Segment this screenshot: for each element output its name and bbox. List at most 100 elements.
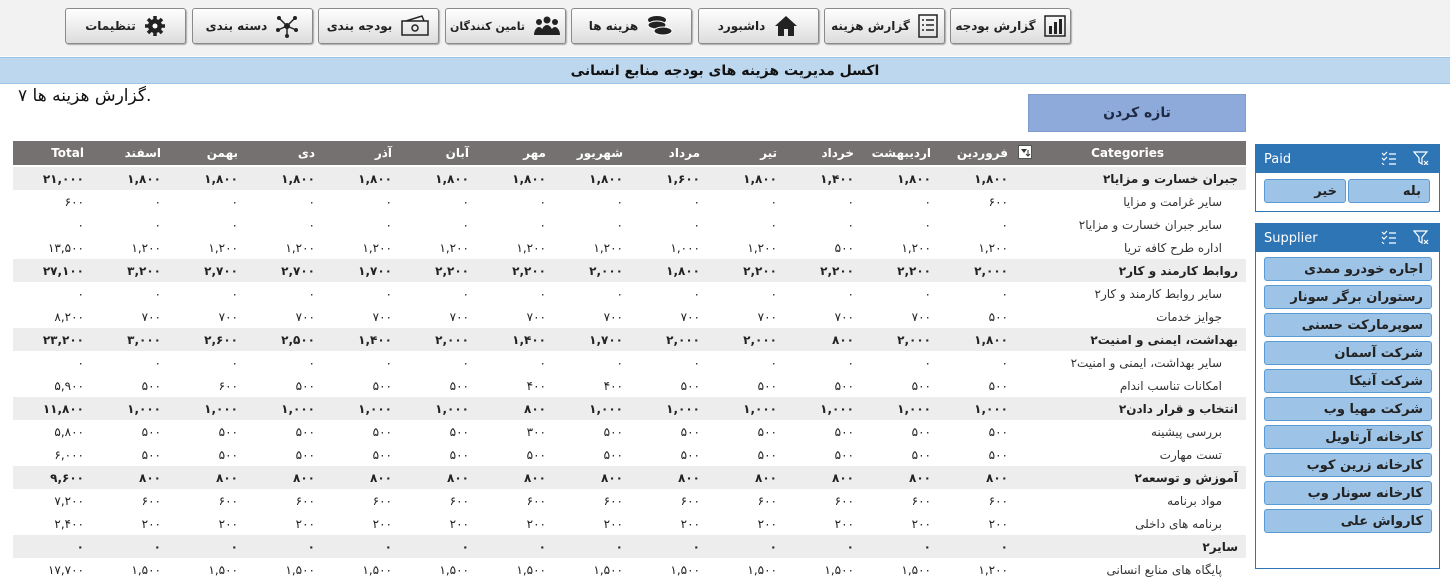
row-category-label[interactable]: امکانات تناسب اندام: [1014, 374, 1246, 397]
paid-slicer-item-yes[interactable]: بله: [1348, 179, 1430, 203]
month-value: ۰: [385, 355, 392, 370]
pivot-body: ۲۱,۰۰۰ ۱,۸۰۰ ۱,۸۰۰ ۱,۸۰۰ ۱,۸۰۰ ۱,۸۰۰ ۱,۸۰۰ ۱,۸۰…: [13, 166, 1246, 581]
row-total: ۱۱,۸۰۰: [13, 397, 90, 420]
row-category-label[interactable]: آموزش و توسعه۲: [1014, 466, 1246, 489]
table-row: ۱۷,۷۰۰ ۱,۵۰۰ ۱,۵۰۰ ۱,۵۰۰ ۱,۵۰۰ ۱,۵۰۰ ۱,۵۰۰ ۱,۵۰…: [13, 558, 1246, 581]
row-total: ۰: [13, 535, 90, 558]
month-value: ۸۰۰: [552, 466, 629, 489]
supplier-slicer-item[interactable]: رستوران برگر سونار: [1264, 285, 1432, 309]
month-value: ۸۰۰: [398, 466, 475, 489]
row-total: ۲۱,۰۰۰: [13, 166, 90, 190]
month-value: ۰: [167, 535, 244, 558]
month-value: ۰: [308, 355, 315, 370]
supplier-slicer-item[interactable]: کارواش علی: [1264, 509, 1432, 533]
month-value: ۰: [398, 535, 475, 558]
month-value: ۱,۵۰۰: [208, 562, 238, 577]
table-row: ۵,۸۰۰ ۵۰۰ ۵۰۰ ۵۰۰ ۵۰۰ ۵۰۰ ۳۰۰ ۵۰۰ ۵۰۰ ۵۰۰ ۵۰۰ ۵۰۰ ۵۰…: [13, 420, 1246, 443]
supplier-slicer-item[interactable]: کارخانه سونار وب: [1264, 481, 1432, 505]
month-value: ۱,۸۰۰: [937, 328, 1014, 351]
supplier-slicer-item[interactable]: شرکت مهیا وب: [1264, 397, 1432, 421]
row-category-label[interactable]: پایگاه های منابع انسانی: [1014, 558, 1246, 581]
filter-dropdown-icon[interactable]: [1018, 145, 1032, 159]
month-value: ۱,۵۰۰: [439, 562, 469, 577]
month-value: ۰: [1001, 217, 1008, 232]
month-value: ۲۰۰: [218, 516, 238, 531]
multi-select-icon[interactable]: [1381, 151, 1397, 165]
row-total: ۰: [77, 217, 84, 232]
month-value: ۷۰۰: [449, 309, 469, 324]
month-value: ۷۰۰: [834, 309, 854, 324]
month-value: ۵۰۰: [834, 424, 854, 439]
month-value: ۰: [462, 286, 469, 301]
budget-report-button[interactable]: گزارش بودجه: [950, 8, 1071, 44]
month-value: ۰: [539, 194, 546, 209]
row-category-label[interactable]: سایر روابط کارمند و کار۲: [1014, 282, 1246, 305]
expense-report-button[interactable]: گزارش هزینه: [824, 8, 945, 44]
table-group-row: ۰ ۰ ۰ ۰ ۰ ۰ ۰ ۰ ۰ ۰ ۰ ۰ ۰ سایر۲: [13, 535, 1246, 558]
row-category-label[interactable]: اداره طرح کافه تریا: [1014, 236, 1246, 259]
supplier-slicer-item[interactable]: سوپرمارکت حسنی: [1264, 313, 1432, 337]
clear-filter-icon[interactable]: [1413, 151, 1429, 165]
row-category-label[interactable]: انتخاب و قرار دادن۲: [1014, 397, 1246, 420]
month-value: ۵۰۰: [757, 447, 777, 462]
budgeting-label: بودجه بندی: [326, 19, 393, 33]
month-value: ۰: [770, 217, 777, 232]
refresh-button[interactable]: تازه کردن: [1028, 94, 1246, 132]
row-total: ۰: [77, 286, 84, 301]
month-value: ۲,۲۰۰: [475, 259, 552, 282]
row-category-label[interactable]: سایر۲: [1014, 535, 1246, 558]
month-value: ۷۰۰: [603, 309, 623, 324]
row-category-label[interactable]: برنامه های داخلی: [1014, 512, 1246, 535]
month-value: ۵۰۰: [911, 424, 931, 439]
budgeting-button[interactable]: بودجه بندی: [318, 8, 439, 44]
supplier-slicer-item[interactable]: کارخانه آرتاویل: [1264, 425, 1432, 449]
row-total: ۶۰۰: [64, 194, 84, 209]
month-value: ۰: [231, 217, 238, 232]
suppliers-button[interactable]: تامین کنندگان: [445, 8, 566, 44]
row-category-label[interactable]: مواد برنامه: [1014, 489, 1246, 512]
paid-slicer-item-no[interactable]: خیر: [1264, 179, 1346, 203]
month-value: ۴۰۰: [526, 378, 546, 393]
settings-button[interactable]: تنظیمات: [65, 8, 186, 44]
month-value: ۰: [385, 286, 392, 301]
month-value: ۳۰۰: [526, 424, 546, 439]
row-category-label[interactable]: جوایز خدمات: [1014, 305, 1246, 328]
row-category-label[interactable]: سایر جبران خسارت و مزایا۲: [1014, 213, 1246, 236]
month-value: ۱,۵۰۰: [747, 562, 777, 577]
supplier-slicer-item[interactable]: کارخانه زرین کوب: [1264, 453, 1432, 477]
month-value: ۸۰۰: [475, 397, 552, 420]
month-value: ۷۰۰: [218, 309, 238, 324]
row-category-label[interactable]: تست مهارت: [1014, 443, 1246, 466]
row-category-label[interactable]: بهداشت، ایمنی و امنیت۲: [1014, 328, 1246, 351]
header-month: آذر: [321, 141, 398, 167]
row-category-label[interactable]: بررسی پیشینه: [1014, 420, 1246, 443]
row-category-label[interactable]: روابط کارمند و کار۲: [1014, 259, 1246, 282]
month-value: ۸۰۰: [937, 466, 1014, 489]
row-category-label[interactable]: جبران خسارت و مزایا۲: [1014, 166, 1246, 190]
month-value: ۰: [693, 217, 700, 232]
supplier-slicer-item[interactable]: شرکت آنیکا: [1264, 369, 1432, 393]
supplier-slicer-item[interactable]: اجاره خودرو ممدی: [1264, 257, 1432, 281]
month-value: ۱,۴۰۰: [321, 328, 398, 351]
clear-filter-icon[interactable]: [1413, 230, 1429, 244]
dashboard-button[interactable]: داشبورد: [698, 8, 819, 44]
dashboard-label: داشبورد: [717, 19, 766, 33]
month-value: ۰: [385, 194, 392, 209]
expense-report-label: گزارش هزینه: [831, 19, 910, 33]
month-value: ۰: [308, 194, 315, 209]
month-value: ۲,۷۰۰: [167, 259, 244, 282]
month-value: ۰: [475, 535, 552, 558]
multi-select-icon[interactable]: [1381, 230, 1397, 244]
expenses-button[interactable]: هزینه ها: [571, 8, 692, 44]
table-row: ۲,۴۰۰ ۲۰۰ ۲۰۰ ۲۰۰ ۲۰۰ ۲۰۰ ۲۰۰ ۲۰۰ ۲۰۰ ۲۰۰ ۲۰۰ ۲۰۰ ۲۰…: [13, 512, 1246, 535]
month-value: ۲۰۰: [526, 516, 546, 531]
row-category-label[interactable]: سایر غرامت و مزایا: [1014, 190, 1246, 213]
month-value: ۸۰۰: [783, 466, 860, 489]
month-value: ۱,۸۰۰: [244, 166, 321, 190]
month-value: ۶۰۰: [372, 493, 392, 508]
categories-button[interactable]: دسته بندی: [192, 8, 313, 44]
supplier-slicer-item[interactable]: شرکت آسمان: [1264, 341, 1432, 365]
row-category-label[interactable]: سایر بهداشت، ایمنی و امنیت۲: [1014, 351, 1246, 374]
month-value: ۸۰۰: [706, 466, 783, 489]
month-value: ۵۰۰: [372, 378, 392, 393]
